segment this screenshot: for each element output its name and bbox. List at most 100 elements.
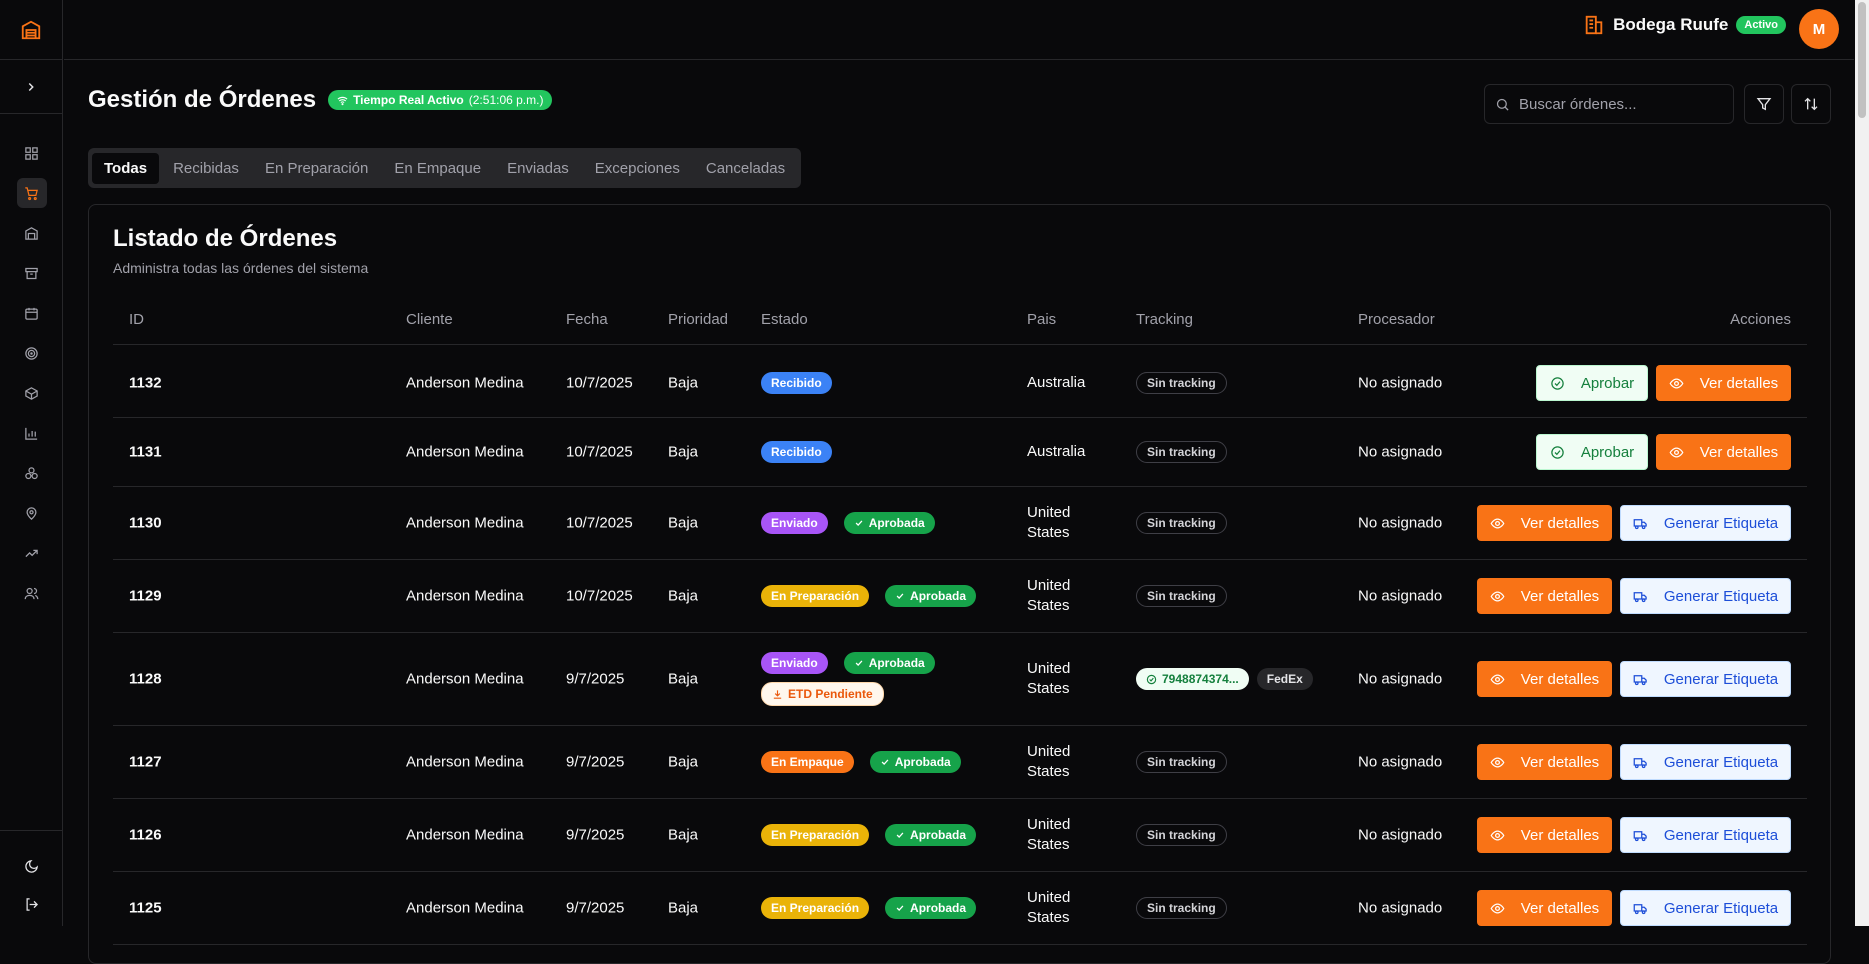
sidebar-item-analytics[interactable]	[17, 538, 47, 568]
log-out-icon	[26, 897, 39, 911]
sidebar-item-packages[interactable]	[17, 378, 47, 408]
tracking-badge: Sin tracking	[1136, 897, 1227, 919]
order-status: Recibido	[761, 441, 991, 463]
sort-button[interactable]	[1791, 84, 1831, 124]
generate-label-button[interactable]: Generar Etiqueta	[1620, 578, 1791, 614]
table-row[interactable]: 1129 Anderson Medina 10/7/2025 Baja En P…	[113, 560, 1807, 633]
sidebar-item-target[interactable]	[17, 338, 47, 368]
tab-6[interactable]: Canceladas	[694, 153, 797, 184]
order-id: 1125	[129, 899, 162, 917]
view-details-button[interactable]: Ver detalles	[1477, 578, 1612, 614]
sidebar-item-inventory[interactable]	[17, 258, 47, 288]
order-id: 1132	[129, 374, 162, 392]
order-date: 10/7/2025	[566, 514, 633, 532]
order-id: 1129	[129, 587, 162, 605]
sort-arrows-icon	[1804, 97, 1818, 111]
tab-3[interactable]: En Empaque	[382, 153, 493, 184]
approved-badge: Aprobada	[885, 585, 977, 607]
calendar-icon	[25, 307, 38, 320]
tab-1[interactable]: Recibidas	[161, 153, 251, 184]
app-logo[interactable]	[0, 0, 62, 60]
col-date: Fecha	[566, 311, 608, 328]
order-date: 9/7/2025	[566, 753, 625, 771]
search-input[interactable]: Buscar órdenes...	[1484, 84, 1734, 124]
sidebar-item-locations[interactable]	[17, 498, 47, 528]
col-actions: Acciones	[1730, 311, 1791, 328]
country-line-1: United	[1027, 743, 1071, 760]
approved-badge: Aprobada	[885, 897, 977, 919]
order-id: 1130	[129, 514, 162, 532]
filter-button[interactable]	[1744, 84, 1784, 124]
table-row[interactable]: 1132 Anderson Medina 10/7/2025 Baja Reci…	[113, 349, 1807, 418]
generate-label: Generar Etiqueta	[1663, 670, 1779, 688]
tab-2[interactable]: En Preparación	[253, 153, 380, 184]
tab-0[interactable]: Todas	[92, 152, 160, 184]
tracking-number[interactable]: 7948874374...	[1136, 668, 1249, 690]
order-date: 10/7/2025	[566, 443, 633, 461]
view-label: Ver detalles	[1699, 374, 1779, 392]
country-line-2: States	[1027, 524, 1070, 541]
view-details-button[interactable]: Ver detalles	[1477, 744, 1612, 780]
status-badge: Recibido	[761, 441, 832, 463]
user-avatar[interactable]: M	[1799, 9, 1839, 49]
sidebar-item-calendar[interactable]	[17, 298, 47, 328]
view-details-button[interactable]: Ver detalles	[1477, 661, 1612, 697]
status-tabs: Todas Recibidas En Preparación En Empaque En…	[88, 148, 802, 188]
generate-label-button[interactable]: Generar Etiqueta	[1620, 744, 1791, 780]
tracking-label: 7948874374...	[1162, 672, 1239, 686]
eye-icon	[1669, 446, 1684, 458]
tab-5[interactable]: Excepciones	[583, 153, 692, 184]
table-row[interactable]: 1126 Anderson Medina 9/7/2025 Baja En Pr…	[113, 799, 1807, 872]
view-details-button[interactable]: Ver detalles	[1477, 505, 1612, 541]
order-tracking: Sin tracking	[1136, 585, 1227, 607]
table-row[interactable]: 1125 Anderson Medina 9/7/2025 Baja En Pr…	[113, 872, 1807, 945]
generate-label: Generar Etiqueta	[1663, 514, 1779, 532]
generate-label-button[interactable]: Generar Etiqueta	[1620, 817, 1791, 853]
table-row[interactable]: 1127 Anderson Medina 9/7/2025 Baja En Em…	[113, 726, 1807, 799]
country-line-2: States	[1027, 680, 1070, 697]
approved-label: Aprobada	[910, 828, 967, 842]
approved-label: Aprobada	[910, 589, 967, 603]
order-country: United States	[1027, 742, 1070, 782]
page-title: Gestión de Órdenes	[88, 86, 317, 113]
logout-button[interactable]	[17, 889, 47, 919]
view-details-button[interactable]: Ver detalles	[1477, 817, 1612, 853]
view-details-button[interactable]: Ver detalles	[1477, 890, 1612, 926]
users-icon	[24, 587, 39, 599]
sidebar-toggle-button[interactable]	[0, 60, 62, 114]
scrollbar-thumb[interactable]	[1858, 2, 1866, 118]
view-details-button[interactable]: Ver detalles	[1656, 434, 1791, 470]
sidebar-item-warehouse[interactable]	[17, 218, 47, 248]
order-status: Enviado Aprobada ETD Pendiente	[761, 652, 991, 706]
generate-label-button[interactable]: Generar Etiqueta	[1620, 505, 1791, 541]
col-client: Cliente	[406, 311, 453, 328]
tab-4[interactable]: Enviadas	[495, 153, 581, 184]
country-line-1: Australia	[1027, 374, 1086, 391]
generate-label: Generar Etiqueta	[1663, 753, 1779, 771]
sidebar-item-reports[interactable]	[17, 418, 47, 448]
layout-grid-icon	[25, 146, 38, 160]
approve-button[interactable]: Aprobar	[1536, 365, 1648, 401]
order-processor: No asignado	[1358, 514, 1443, 532]
sidebar-item-boxes[interactable]	[17, 458, 47, 488]
trending-up-icon	[25, 549, 38, 557]
store-selector[interactable]: Bodega Ruufe Activo	[1583, 14, 1786, 36]
generate-label-button[interactable]: Generar Etiqueta	[1620, 661, 1791, 697]
table-row[interactable]: 1131 Anderson Medina 10/7/2025 Baja Reci…	[113, 418, 1807, 487]
approve-button[interactable]: Aprobar	[1536, 434, 1648, 470]
scrollbar[interactable]	[1855, 0, 1869, 926]
generate-label-button[interactable]: Generar Etiqueta	[1620, 890, 1791, 926]
theme-toggle-button[interactable]	[17, 851, 47, 881]
approved-label: Aprobada	[868, 656, 925, 670]
table-row[interactable]: 1130 Anderson Medina 10/7/2025 Baja Envi…	[113, 487, 1807, 560]
check-icon	[855, 520, 863, 526]
circle-check-icon	[1146, 674, 1157, 684]
sidebar-item-dashboard[interactable]	[17, 138, 47, 168]
eye-icon	[1490, 902, 1505, 914]
table-row[interactable]: 1128 Anderson Medina 9/7/2025 Baja Envia…	[113, 633, 1807, 726]
country-line-1: Australia	[1027, 443, 1086, 460]
sidebar-item-orders[interactable]	[16, 178, 47, 208]
sidebar-item-users[interactable]	[17, 578, 47, 608]
order-country: United States	[1027, 815, 1070, 855]
view-details-button[interactable]: Ver detalles	[1656, 365, 1791, 401]
